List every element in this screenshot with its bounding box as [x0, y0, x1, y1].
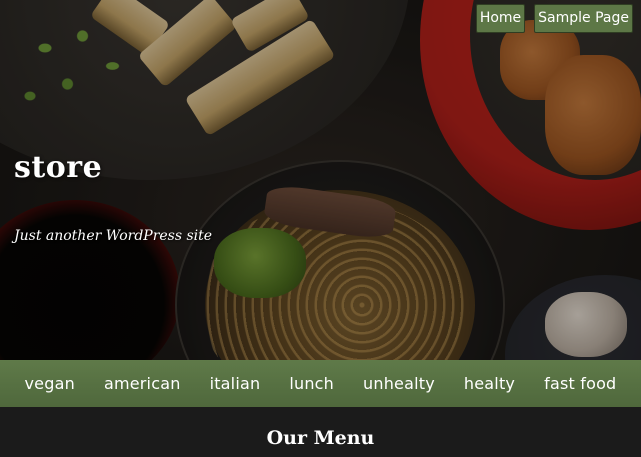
nav-sample-page-link[interactable]: Sample Page: [534, 4, 633, 33]
category-fast-food[interactable]: fast food: [544, 374, 616, 393]
nav-home-link[interactable]: Home: [475, 4, 526, 33]
category-american[interactable]: american: [104, 374, 181, 393]
category-unhealty[interactable]: unhealty: [363, 374, 435, 393]
hero-banner: store Just another WordPress site Home S…: [0, 0, 641, 360]
site-tagline: Just another WordPress site: [14, 228, 213, 244]
menu-heading: Our Menu: [266, 427, 375, 449]
category-italian[interactable]: italian: [210, 374, 261, 393]
top-nav: Home Sample Page: [475, 4, 633, 33]
category-nav: vegan american italian lunch unhealty he…: [0, 360, 641, 407]
category-lunch[interactable]: lunch: [289, 374, 334, 393]
menu-section: Our Menu: [0, 407, 641, 457]
site-title[interactable]: store: [14, 150, 102, 185]
category-vegan[interactable]: vegan: [25, 374, 75, 393]
category-healty[interactable]: healty: [464, 374, 515, 393]
